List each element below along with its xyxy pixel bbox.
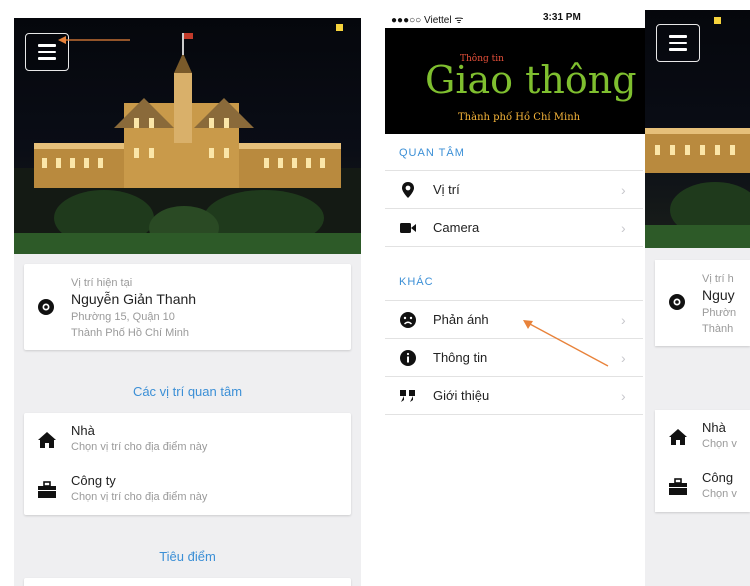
favorite-subtitle: Chọn vị trí cho địa điểm này bbox=[71, 491, 208, 503]
location-address-line1: Phường 15, Quận 10 bbox=[71, 311, 175, 323]
favorite-title: Công ty bbox=[71, 473, 116, 488]
favorite-item-home[interactable]: Nhà Chọn vị trí cho địa điểm này bbox=[24, 415, 351, 463]
favorite-item-company[interactable]: Công ty Chọn vị trí cho địa điểm này bbox=[24, 465, 351, 513]
app-logo: Giao thông bbox=[425, 58, 637, 102]
favorite-subtitle: Chọn vị trí cho địa điểm này bbox=[71, 441, 208, 453]
current-location-card[interactable]: Vị trí h Nguy Phườn Thành bbox=[655, 260, 750, 346]
map-pin-icon bbox=[402, 182, 414, 198]
home-icon bbox=[38, 432, 56, 448]
video-camera-icon bbox=[400, 223, 416, 233]
home-icon bbox=[669, 429, 687, 445]
location-address-line2: Thành bbox=[702, 323, 734, 335]
location-caption: Vị trí hiện tại bbox=[71, 277, 133, 289]
favorite-item-company[interactable]: Công Chọn v bbox=[655, 462, 750, 510]
notification-dot bbox=[336, 24, 343, 31]
hamburger-menu-button[interactable] bbox=[656, 24, 700, 62]
favorite-item-home[interactable]: Nhà Chọn v bbox=[655, 412, 750, 460]
menu-item-label: Camera bbox=[433, 220, 480, 235]
chevron-right-icon: › bbox=[621, 220, 626, 236]
menu-item-location[interactable]: Vị trí › bbox=[385, 171, 643, 209]
target-location-icon bbox=[669, 294, 685, 310]
favorite-title: Nhà bbox=[71, 423, 95, 438]
menu-item-label: Thông tin bbox=[433, 350, 488, 365]
chevron-right-icon: › bbox=[621, 350, 626, 366]
city-hall-photo bbox=[645, 10, 750, 248]
location-caption: Vị trí h bbox=[702, 273, 734, 285]
home-screen-partial: Vị trí h Nguy Phườn Thành Nhà Chọn v Côn… bbox=[645, 10, 750, 586]
city-hall-photo bbox=[14, 18, 361, 254]
menu-item-label: Vị trí bbox=[433, 182, 460, 197]
logo-city-text: Thành phố Hồ Chí Minh bbox=[458, 112, 581, 123]
menu-item-camera[interactable]: Camera › bbox=[385, 209, 643, 247]
menu-item-label: Giới thiệu bbox=[433, 388, 490, 403]
notification-dot bbox=[714, 17, 721, 24]
sad-face-icon bbox=[400, 312, 416, 328]
carrier-signal: ●●●○○ Viettel ᯤ bbox=[391, 15, 464, 26]
screenshot-composite: Vị trí hiện tại Nguyễn Giản Thanh Phường… bbox=[0, 0, 750, 586]
menu-line-icon bbox=[669, 35, 687, 38]
target-location-icon bbox=[38, 299, 54, 315]
quote-icon bbox=[400, 390, 415, 402]
annotation-arrow-icon bbox=[58, 36, 130, 44]
menu-item-label: Phản ánh bbox=[433, 312, 489, 327]
chevron-right-icon: › bbox=[621, 182, 626, 198]
briefcase-icon bbox=[669, 478, 687, 495]
current-location-card[interactable]: Vị trí hiện tại Nguyễn Giản Thanh Phường… bbox=[24, 264, 351, 350]
briefcase-icon bbox=[38, 481, 56, 498]
favorite-subtitle: Chọn v bbox=[702, 438, 737, 450]
section-heading-interest: QUAN TÂM bbox=[399, 147, 465, 159]
side-menu-screen: ●●●○○ Viettel ᯤ 3:31 PM Thông tin Giao t… bbox=[385, 8, 645, 586]
chevron-right-icon: › bbox=[621, 312, 626, 328]
favorites-heading-link[interactable]: Các vị trí quan tâm bbox=[14, 384, 361, 399]
chevron-right-icon: › bbox=[621, 388, 626, 404]
info-icon bbox=[400, 350, 416, 366]
favorites-card: Nhà Chọn v Công Chọn v bbox=[655, 410, 750, 512]
section-heading-other: KHÁC bbox=[399, 276, 434, 288]
status-bar: ●●●○○ Viettel ᯤ 3:31 PM bbox=[385, 8, 645, 28]
menu-item-about[interactable]: Giới thiệu › bbox=[385, 377, 643, 415]
highlights-card bbox=[24, 578, 351, 586]
status-time: 3:31 PM bbox=[543, 12, 581, 23]
location-name: Nguyễn Giản Thanh bbox=[71, 291, 197, 307]
menu-line-icon bbox=[38, 50, 56, 54]
location-name: Nguy bbox=[702, 287, 735, 303]
home-screen: Vị trí hiện tại Nguyễn Giản Thanh Phường… bbox=[14, 18, 361, 586]
menu-line-icon bbox=[38, 44, 56, 47]
annotation-arrow-icon bbox=[523, 320, 609, 367]
highlights-heading-link[interactable]: Tiêu điểm bbox=[14, 549, 361, 564]
favorites-card: Nhà Chọn vị trí cho địa điểm này Công ty… bbox=[24, 413, 351, 515]
location-address-line1: Phườn bbox=[702, 307, 737, 319]
app-logo-banner: Thông tin Giao thông Thành phố Hồ Chí Mi… bbox=[385, 28, 645, 134]
location-address-line2: Thành Phố Hồ Chí Minh bbox=[71, 327, 190, 339]
favorite-subtitle: Chọn v bbox=[702, 488, 737, 500]
favorite-title: Công bbox=[702, 470, 734, 485]
favorite-title: Nhà bbox=[702, 420, 726, 435]
menu-line-icon bbox=[669, 48, 687, 51]
menu-line-icon bbox=[669, 41, 687, 45]
menu-line-icon bbox=[38, 57, 56, 60]
